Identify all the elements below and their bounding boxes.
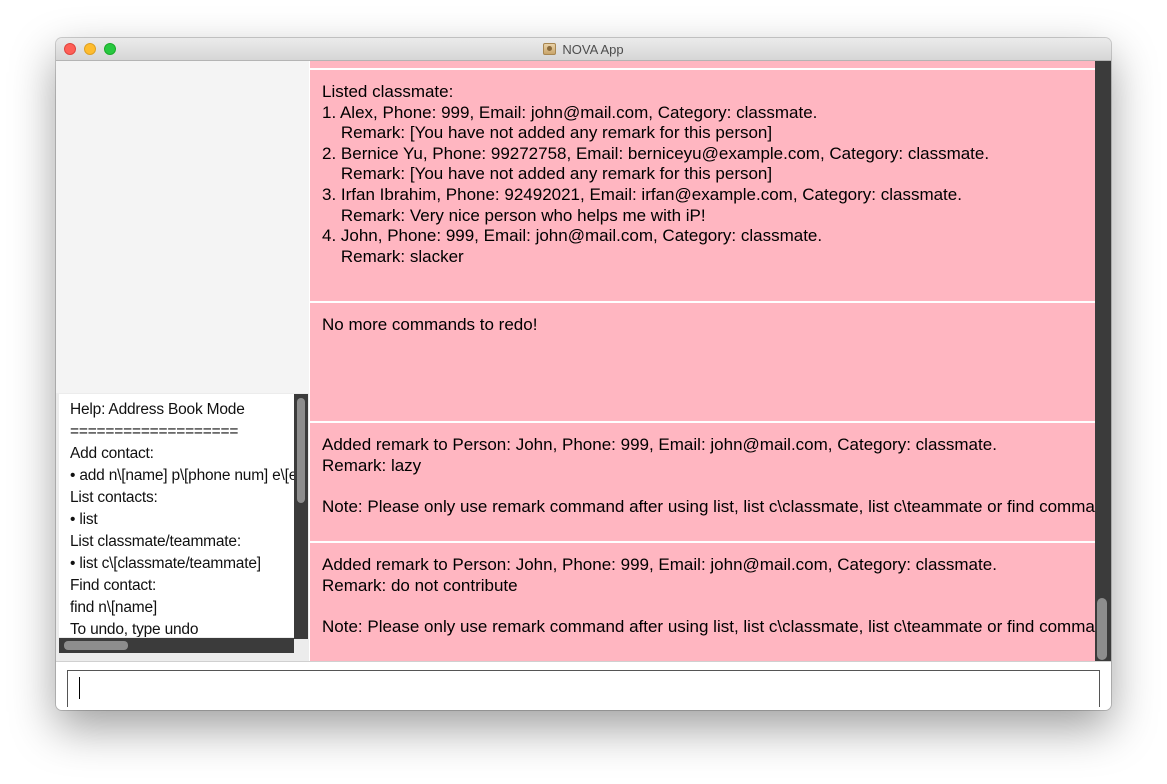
text-caret	[79, 677, 80, 699]
help-panel[interactable]: Help: Address Book Mode ================…	[59, 394, 294, 637]
command-input[interactable]	[67, 670, 1100, 707]
left-empty-panel	[56, 61, 309, 393]
help-vertical-scroll-thumb[interactable]	[297, 398, 305, 503]
result-text: Added remark to Person: John, Phone: 999…	[322, 555, 1095, 636]
command-box-area	[56, 661, 1111, 710]
help-horizontal-scroll-thumb[interactable]	[64, 641, 128, 650]
help-horizontal-scrollbar[interactable]	[59, 638, 294, 653]
app-window: NOVA App Help: Address Book Mode =======…	[56, 38, 1111, 710]
title-bar: NOVA App	[56, 38, 1111, 61]
results-list[interactable]: Listed classmate: 1. Alex, Phone: 999, E…	[309, 61, 1095, 661]
result-card-partial	[310, 61, 1095, 68]
result-card: Added remark to Person: John, Phone: 999…	[310, 423, 1095, 541]
results-vertical-scrollbar[interactable]	[1095, 61, 1111, 661]
result-text: Listed classmate: 1. Alex, Phone: 999, E…	[322, 82, 990, 266]
results-vertical-scroll-thumb[interactable]	[1097, 598, 1107, 660]
help-vertical-scrollbar[interactable]	[294, 394, 308, 639]
result-card: No more commands to redo!	[310, 303, 1095, 421]
result-card: Listed classmate: 1. Alex, Phone: 999, E…	[310, 70, 1095, 301]
result-card: Added remark to Person: John, Phone: 999…	[310, 543, 1095, 661]
result-text: No more commands to redo!	[322, 315, 538, 334]
help-text: Help: Address Book Mode ================…	[70, 401, 294, 637]
window-title-group: NOVA App	[56, 38, 1111, 60]
window-title: NOVA App	[562, 41, 624, 57]
result-text: Added remark to Person: John, Phone: 999…	[322, 435, 1095, 516]
address-book-icon	[543, 43, 557, 55]
